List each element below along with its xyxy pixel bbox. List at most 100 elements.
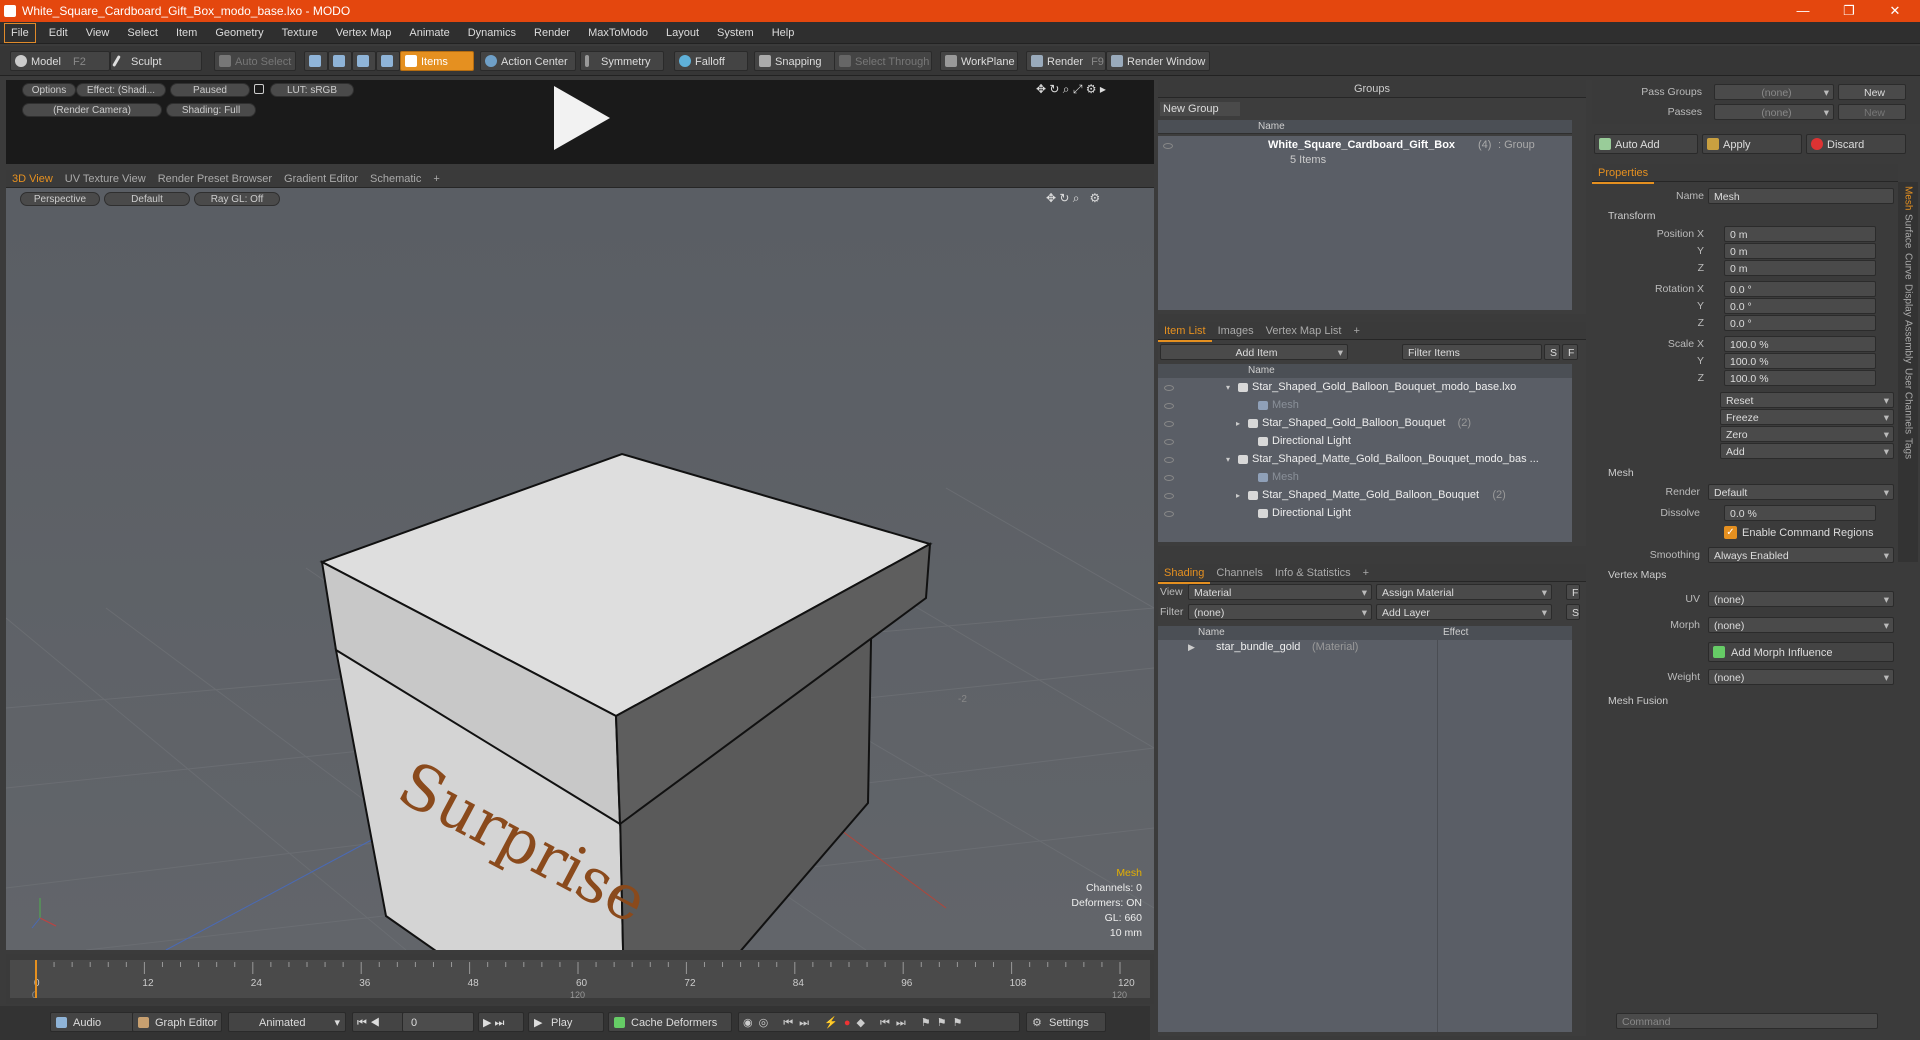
expand-arrow-icon[interactable]: ▾ <box>1226 380 1230 395</box>
item-list-row[interactable]: ▸ Star_Shaped_Gold_Balloon_Bouquet (2) <box>1158 416 1572 431</box>
tab-schematic[interactable]: Schematic <box>364 170 427 188</box>
expand-arrow-icon[interactable]: ▸ <box>1236 488 1240 503</box>
menu-layout[interactable]: Layout <box>657 22 708 44</box>
tab-channels[interactable]: Channels <box>1210 564 1268 582</box>
vertices-mode-icon[interactable] <box>304 51 328 71</box>
add-morph-influence-button[interactable]: Add Morph Influence <box>1708 642 1894 662</box>
morph-dropdown[interactable]: (none) <box>1708 617 1894 633</box>
expand-arrow-icon[interactable]: ▶ <box>1188 642 1195 653</box>
add-tab-icon[interactable]: + <box>1357 564 1375 582</box>
visibility-eye-icon[interactable] <box>1164 385 1174 391</box>
dissolve-field[interactable]: 0.0 % <box>1724 505 1876 521</box>
cache-deformers-button[interactable]: Cache Deformers <box>608 1012 732 1032</box>
model-button[interactable]: Model F2 <box>10 51 110 71</box>
visibility-eye-icon[interactable] <box>1164 475 1174 481</box>
menu-vertex-map[interactable]: Vertex Map <box>327 22 401 44</box>
add-layer-dropdown[interactable]: Add Layer <box>1376 604 1552 620</box>
sculpt-button[interactable]: Sculpt <box>110 51 202 71</box>
name-field[interactable]: Mesh <box>1708 188 1894 204</box>
menu-animate[interactable]: Animate <box>400 22 458 44</box>
play-button[interactable]: ▶ Play <box>528 1012 604 1032</box>
filter-items-field[interactable]: Filter Items <box>1402 344 1542 360</box>
falloff-button[interactable]: Falloff <box>674 51 748 71</box>
side-tab-display[interactable]: Display <box>1903 284 1914 317</box>
smoothing-dropdown[interactable]: Always Enabled <box>1708 547 1894 563</box>
mesh-section[interactable]: Mesh <box>1608 466 1634 481</box>
item-list-row[interactable]: ▾ Star_Shaped_Gold_Balloon_Bouquet_modo_b… <box>1158 380 1572 395</box>
add-tab-icon[interactable]: + <box>1347 322 1365 340</box>
timeline[interactable]: 012243648607284961081200120120 <box>6 954 1154 1004</box>
tab-gradient-editor[interactable]: Gradient Editor <box>278 170 364 188</box>
play-icon[interactable] <box>546 84 616 154</box>
preview-camera-dropdown[interactable]: (Render Camera) <box>22 103 162 117</box>
render-dropdown[interactable]: Default <box>1708 484 1894 500</box>
menu-select[interactable]: Select <box>118 22 167 44</box>
menu-file[interactable]: File <box>4 23 36 43</box>
scale-z-field[interactable]: 100.0 % <box>1724 370 1876 386</box>
rotation-y-field[interactable]: 0.0 ° <box>1724 298 1876 314</box>
tab-uv-texture-view[interactable]: UV Texture View <box>59 170 152 188</box>
command-input[interactable]: Command <box>1616 1013 1878 1029</box>
materials-mode-icon[interactable] <box>376 51 400 71</box>
item-list-row[interactable]: ▸ Star_Shaped_Matte_Gold_Balloon_Bouquet (… <box>1158 488 1572 503</box>
shading-f-button[interactable]: F <box>1566 584 1580 600</box>
viewport-3d[interactable]: Surprise -2 Perspective Default Ray GL: … <box>6 188 1154 950</box>
apply-button[interactable]: Apply <box>1702 134 1802 154</box>
preview-options-button[interactable]: Options <box>22 83 76 97</box>
vertex-maps-section[interactable]: Vertex Maps <box>1608 568 1666 583</box>
side-tab-surface[interactable]: Surface <box>1903 214 1914 248</box>
visibility-eye-icon[interactable] <box>1164 403 1174 409</box>
tab-info-statistics[interactable]: Info & Statistics <box>1269 564 1357 582</box>
visibility-eye-icon[interactable] <box>1164 439 1174 445</box>
minimize-icon[interactable]: — <box>1780 0 1826 22</box>
animated-dropdown[interactable]: Animated ▾ <box>228 1012 346 1032</box>
rotation-x-field[interactable]: 0.0 ° <box>1724 281 1876 297</box>
new-group-button[interactable]: New Group <box>1160 102 1240 116</box>
weight-dropdown[interactable]: (none) <box>1708 669 1894 685</box>
side-tab-mesh[interactable]: Mesh <box>1903 186 1914 210</box>
settings-button[interactable]: ⚙ Settings <box>1026 1012 1106 1032</box>
tab-images[interactable]: Images <box>1212 322 1260 340</box>
visibility-eye-icon[interactable] <box>1164 511 1174 517</box>
default-style-dropdown[interactable]: Default <box>104 192 190 206</box>
items-mode-button[interactable]: Items <box>400 51 474 71</box>
shading-filter-dropdown[interactable]: (none) <box>1188 604 1372 620</box>
preview-shading-dropdown[interactable]: Shading: Full <box>166 103 256 117</box>
visibility-eye-icon[interactable] <box>1163 143 1173 149</box>
add-tab-icon[interactable]: + <box>427 170 445 188</box>
expand-arrow-icon[interactable]: ▾ <box>1226 452 1230 467</box>
rotation-z-field[interactable]: 0.0 ° <box>1724 315 1876 331</box>
side-tab-tags[interactable]: Tags <box>1903 438 1914 459</box>
visibility-eye-icon[interactable] <box>1164 493 1174 499</box>
item-list-rows[interactable]: ▾ Star_Shaped_Gold_Balloon_Bouquet_modo_b… <box>1158 378 1572 542</box>
shading-view-dropdown[interactable]: Material <box>1188 584 1372 600</box>
add-dropdown[interactable]: Add <box>1720 443 1894 459</box>
tab-render-preset-browser[interactable]: Render Preset Browser <box>152 170 278 188</box>
add-item-dropdown[interactable]: Add Item <box>1160 344 1348 360</box>
uv-dropdown[interactable]: (none) <box>1708 591 1894 607</box>
viewport-nav-icons[interactable]: ✥ ↻ ⌕ ⚙ <box>1046 191 1100 206</box>
item-list-row[interactable]: Mesh <box>1158 398 1572 413</box>
frame-field[interactable]: 0 <box>402 1012 474 1032</box>
menu-view[interactable]: View <box>77 22 119 44</box>
audio-button[interactable]: Audio <box>50 1012 134 1032</box>
select-through-button[interactable]: Select Through <box>834 51 932 71</box>
scale-y-field[interactable]: 100.0 % <box>1724 353 1876 369</box>
render-button[interactable]: Render F9 <box>1026 51 1106 71</box>
position-y-field[interactable]: 0 m <box>1724 243 1876 259</box>
menu-item[interactable]: Item <box>167 22 206 44</box>
scale-x-field[interactable]: 100.0 % <box>1724 336 1876 352</box>
side-tab-user-channels[interactable]: User Channels <box>1903 368 1914 434</box>
transport-forward-buttons[interactable]: ▶ ⏭ <box>478 1012 524 1032</box>
symmetry-button[interactable]: Symmetry <box>580 51 664 71</box>
auto-select-button[interactable]: Auto Select <box>214 51 296 71</box>
preview-nav-icons[interactable]: ✥ ↻ ⌕ ⤢ ⚙ ▸ <box>1036 82 1106 97</box>
action-center-button[interactable]: Action Center <box>480 51 576 71</box>
pass-groups-dropdown[interactable]: (none) <box>1714 84 1834 100</box>
discard-button[interactable]: Discard <box>1806 134 1906 154</box>
side-tab-curve[interactable]: Curve <box>1903 253 1914 280</box>
menu-render[interactable]: Render <box>525 22 579 44</box>
auto-add-button[interactable]: Auto Add <box>1594 134 1698 154</box>
perspective-dropdown[interactable]: Perspective <box>20 192 100 206</box>
graph-editor-button[interactable]: Graph Editor <box>132 1012 222 1032</box>
